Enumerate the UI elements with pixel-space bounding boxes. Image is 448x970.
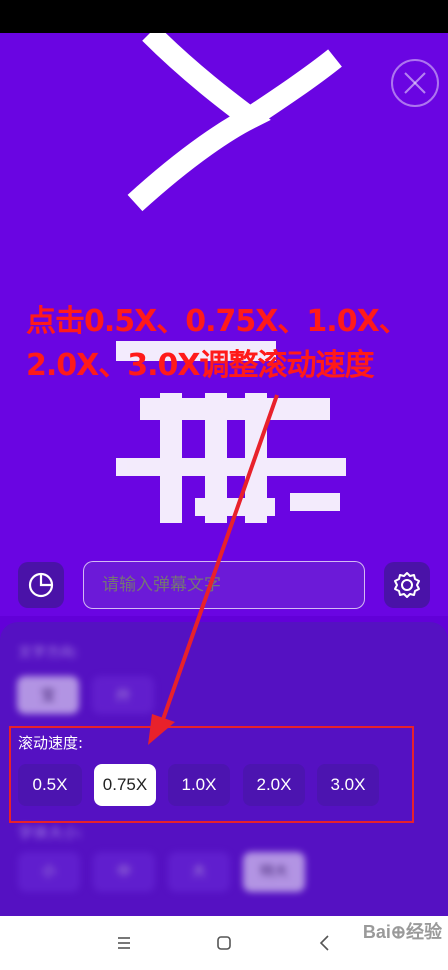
- annotation-line-2: 2.0X、3.0X调整滚动速度: [26, 348, 375, 383]
- speed-option-2.0x[interactable]: 2.0X: [243, 764, 305, 806]
- menu-icon[interactable]: [111, 930, 137, 956]
- home-icon[interactable]: [211, 930, 237, 956]
- size-option-small[interactable]: 小: [18, 852, 80, 892]
- speed-option-1.0x[interactable]: 1.0X: [168, 764, 230, 806]
- size-option-extra-large[interactable]: 特大: [243, 852, 305, 892]
- font-size-label: 字体大小:: [18, 824, 84, 842]
- size-option-medium[interactable]: 中: [93, 852, 155, 892]
- scroll-speed-label: 滚动速度:: [18, 734, 84, 752]
- direction-option-vertical[interactable]: 廾: [92, 676, 154, 714]
- back-icon[interactable]: [312, 930, 338, 956]
- tutorial-annotation: 点击0.5X、0.75X、1.0X、 2.0X、3.0X调整滚动速度: [26, 300, 426, 388]
- clock-icon: [28, 572, 54, 598]
- settings-button[interactable]: [384, 562, 430, 608]
- close-button[interactable]: [391, 59, 439, 107]
- speed-option-0.75x[interactable]: 0.75X: [94, 764, 156, 806]
- timer-button[interactable]: [18, 562, 64, 608]
- close-icon: [404, 72, 426, 94]
- direction-option-horizontal[interactable]: 宝: [17, 676, 79, 714]
- watermark: Bai⊕经验: [362, 922, 442, 942]
- gear-icon: [394, 572, 420, 598]
- status-bar: [0, 0, 448, 33]
- speed-option-3.0x[interactable]: 3.0X: [317, 764, 379, 806]
- direction-label: 文字方向:: [18, 645, 79, 661]
- size-option-large[interactable]: 大: [168, 852, 230, 892]
- speed-option-0.5x[interactable]: 0.5X: [18, 764, 82, 806]
- danmaku-text-input[interactable]: [83, 561, 365, 609]
- annotation-line-1: 点击0.5X、0.75X、1.0X、: [26, 304, 409, 339]
